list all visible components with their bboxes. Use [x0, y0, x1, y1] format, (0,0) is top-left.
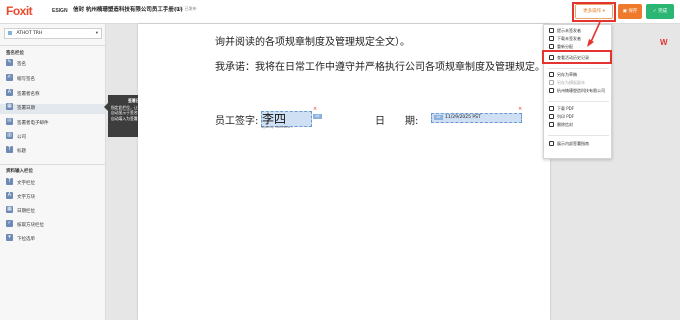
- signature-name: 李四: [262, 112, 287, 126]
- company-icon: ▥: [6, 132, 13, 139]
- menu-divider: [548, 135, 609, 136]
- date-field-tag: NT: [434, 115, 443, 120]
- signer-name: ATHOT TRH: [16, 31, 43, 36]
- done-button[interactable]: ✓ 完成: [646, 4, 674, 19]
- save-button[interactable]: ▣ 保存: [618, 4, 642, 19]
- document-line-1: 询并阅读的各项规章制度及管理规定全文）。: [215, 37, 410, 48]
- foxit-logo[interactable]: Foxit ESIGN: [6, 4, 68, 20]
- top-bar: Foxit ESIGN 信封 杭州楠珊塑造科技有限公司员工手册(1) 编辑: 已…: [0, 0, 680, 24]
- sidebar-item-company[interactable]: ▥ 公司: [6, 132, 26, 143]
- sidebar-item-text-field[interactable]: T 文字栏位: [6, 178, 35, 189]
- logo-subtext: ESIGN: [52, 8, 68, 14]
- sidebar-item-signer-name[interactable]: A 签署者名称: [6, 89, 40, 100]
- close-icon[interactable]: ×: [518, 106, 522, 112]
- textbox-icon: A: [6, 192, 13, 199]
- menu-item-guide[interactable]: 展示内部签署指南: [549, 140, 589, 148]
- menu-item-copy[interactable]: 杭州楠珊塑造科技有限公司: [549, 87, 605, 95]
- document-status: 编辑: 已发布: [174, 6, 197, 11]
- date-field-icon: ▦: [6, 206, 13, 213]
- sidebar-item-sign-date[interactable]: ▦ 签署日期: [0, 103, 105, 114]
- reassign-icon: [549, 44, 554, 49]
- date-icon: ▦: [6, 103, 13, 110]
- email-icon: ✉: [6, 118, 13, 125]
- close-icon[interactable]: ×: [313, 106, 317, 112]
- copy-icon: [549, 88, 554, 93]
- menu-item-download-pending[interactable]: 下载未签发者: [549, 35, 581, 43]
- save-template-icon: [549, 80, 554, 85]
- date-value: 11/29/2025 PST: [445, 115, 481, 120]
- sign-label: 员工签字:: [215, 116, 259, 127]
- signer-color-swatch: [8, 30, 12, 35]
- text-field-icon: T: [6, 178, 13, 185]
- dropdown-icon: ▾: [6, 234, 13, 241]
- sidebar-item-date-field[interactable]: ▦ 日期栏位: [6, 206, 35, 217]
- input-section-title: 资料输入栏位: [6, 169, 33, 174]
- delete-icon: [549, 122, 554, 127]
- document-title: 信封 杭州楠珊塑造科技有限公司员工手册(1): [73, 7, 183, 13]
- signature-caption: Signed by: FOOCHEN & ...: [261, 126, 294, 129]
- remind-icon: [549, 28, 554, 33]
- menu-divider: [548, 68, 609, 69]
- menu-item-save-template[interactable]: 另存为模板副本: [549, 79, 585, 87]
- sidebar-item-dropdown[interactable]: ▾ 下拉选单: [6, 234, 35, 245]
- signature-section-title: 签名栏位: [6, 51, 24, 56]
- save-draft-icon: [549, 72, 554, 77]
- print-icon: [549, 114, 554, 119]
- guide-icon: [549, 141, 554, 146]
- menu-item-print-pdf[interactable]: 列印 PDF: [549, 113, 574, 121]
- more-actions-highlight: [572, 2, 616, 22]
- checkbox-icon: ✓: [6, 220, 13, 227]
- title-icon: T: [6, 146, 13, 153]
- menu-divider: [548, 101, 609, 102]
- menu-item-remind[interactable]: 提示未签发者: [549, 27, 581, 35]
- sidebar-item-signer-email[interactable]: ✉ 签署者电子邮件: [6, 118, 49, 129]
- menu-item-delete[interactable]: 删除信封: [549, 121, 573, 129]
- activity-history-highlight: [542, 50, 612, 64]
- logo-text: Foxit: [6, 4, 33, 18]
- signer-select[interactable]: ATHOT TRH ▾: [4, 28, 102, 39]
- signature-field-tag: NT: [313, 114, 322, 119]
- signer-name-icon: A: [6, 89, 13, 96]
- chevron-down-icon: ▾: [95, 31, 98, 36]
- divider: [0, 164, 105, 165]
- date-label: 日 期:: [375, 116, 419, 127]
- sidebar-item-initials[interactable]: ✍ 缩写签名: [6, 74, 35, 85]
- date-field[interactable]: NT 11/29/2025 PST: [431, 113, 522, 123]
- sidebar-item-textbox[interactable]: A 文字方块: [6, 192, 35, 203]
- sign-icon: ✎: [6, 59, 13, 66]
- divider: [0, 45, 105, 46]
- foxit-sidebar-icon[interactable]: W: [660, 38, 668, 47]
- field-sidebar: ATHOT TRH ▾ 签名栏位 ✎ 签名 ✍ 缩写签名 A 签署者名称 ▦ 签署日期 …: [0, 24, 106, 320]
- sidebar-item-title[interactable]: T 标题: [6, 146, 26, 157]
- sidebar-item-sign[interactable]: ✎ 签名: [6, 59, 26, 70]
- menu-item-save-draft[interactable]: 另存为草稿: [549, 71, 577, 79]
- initials-icon: ✍: [6, 74, 13, 81]
- menu-item-download-pdf[interactable]: 下载 PDF: [549, 105, 574, 113]
- pdf-icon: [549, 106, 554, 111]
- document-line-2: 我承诺：我将在日常工作中遵守并严格执行公司各项规章制度及管理规定。: [215, 62, 545, 73]
- arrow-annotation: [587, 21, 601, 47]
- download-icon: [549, 36, 554, 41]
- sidebar-item-checkbox[interactable]: ✓ 核取方块栏位: [6, 220, 44, 231]
